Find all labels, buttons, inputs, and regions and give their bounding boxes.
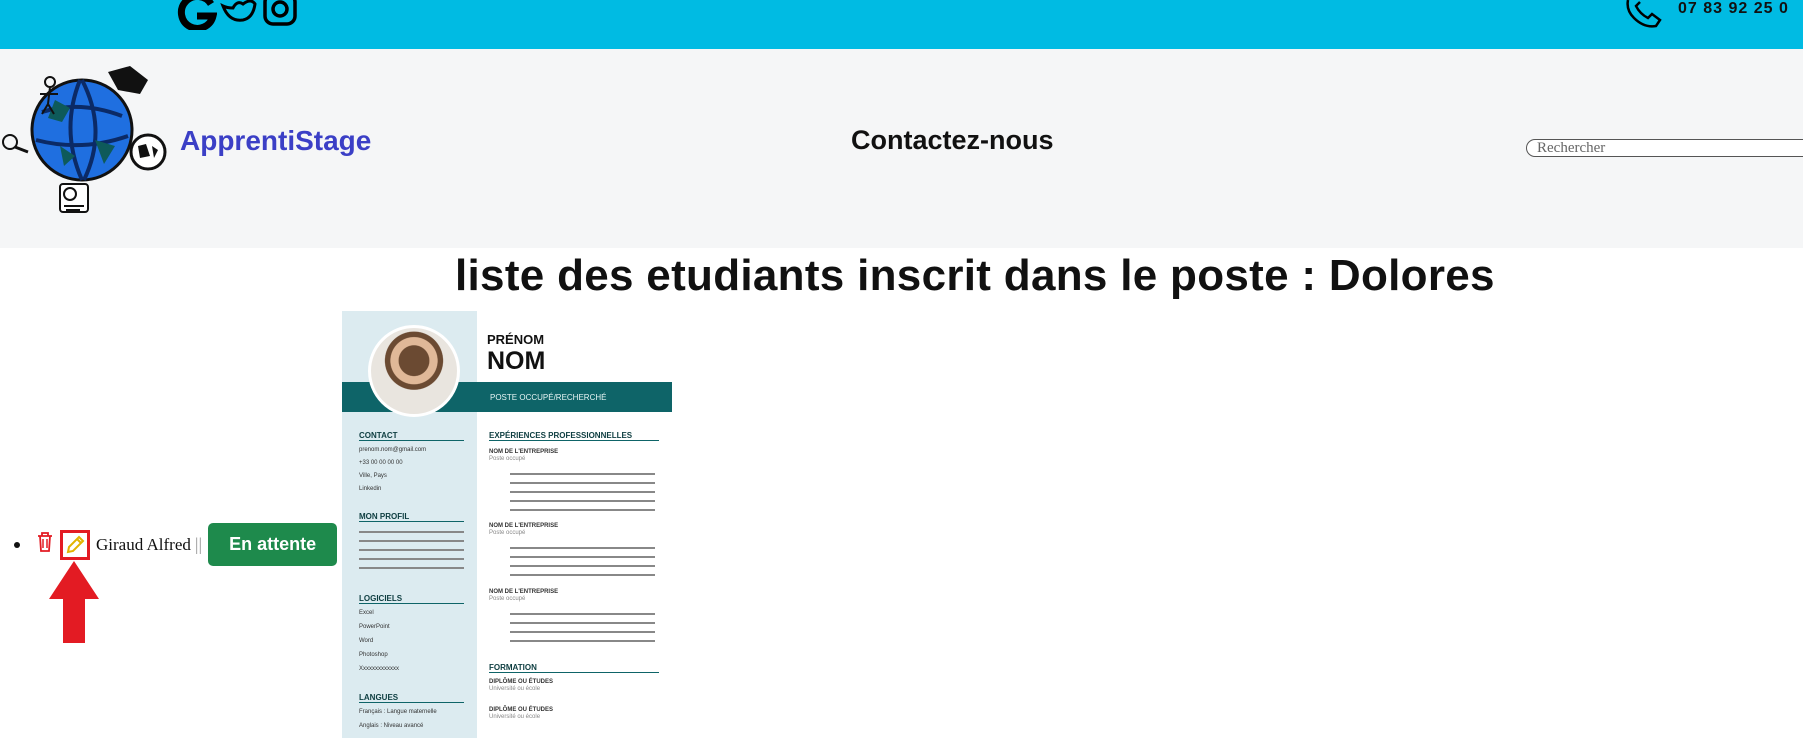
cv-experience-bullets (510, 473, 655, 518)
separator: || (194, 534, 203, 554)
cv-software-title: LOGICIELS (359, 594, 464, 604)
cv-job-title: Poste occupé (489, 596, 526, 602)
cv-software-item: Xxxxxxxxxxxxx (359, 666, 400, 672)
list-item: Giraud Alfred || En attente (14, 523, 338, 566)
cv-last-name: NOM (487, 347, 546, 375)
cv-position: POSTE OCCUPÉ/RECHERCHÉ (490, 393, 607, 402)
cv-software-item: PowerPoint (359, 624, 390, 630)
contact-link[interactable]: Contactez-nous (851, 125, 1054, 156)
edit-button[interactable] (60, 529, 90, 560)
cv-school: Université ou école (489, 686, 541, 692)
cv-diploma: DIPLÔME OU ÉTUDES (489, 679, 554, 685)
phone-contact: 07 83 92 25 0 (1622, 0, 1803, 28)
site-logo[interactable] (0, 60, 175, 225)
cv-company-name: NOM DE L'ENTREPRISE (489, 589, 559, 595)
phone-number: 07 83 92 25 0 (1678, 0, 1789, 17)
cv-photo (368, 325, 460, 417)
status-button[interactable]: En attente (208, 523, 338, 566)
cv-experience-bullets (510, 547, 655, 583)
cv-first-name: PRÉNOM (487, 332, 545, 347)
pencil-icon (66, 535, 85, 553)
cv-software-item: Photoshop (359, 652, 388, 658)
delete-icon[interactable] (36, 531, 54, 558)
cv-preview-image[interactable]: PRÉNOM NOM POSTE OCCUPÉ/RECHERCHÉ CONTAC… (342, 311, 672, 738)
cv-job-title: Poste occupé (489, 530, 526, 536)
cv-contact-linkedin: Linkedin (359, 486, 382, 492)
up-arrow-icon (49, 561, 99, 648)
cv-contact-email: prenom.nom@gmail.com (359, 447, 427, 453)
cv-school: Université ou école (489, 714, 541, 720)
cv-software-item: Excel (359, 610, 374, 616)
social-links (175, 0, 301, 30)
top-contact-bar: 07 83 92 25 0 (0, 0, 1803, 49)
cv-language-item: Anglais : Niveau avancé (359, 723, 424, 729)
search-input[interactable] (1526, 139, 1803, 157)
list-bullet (14, 541, 20, 548)
twitter-icon[interactable] (219, 0, 259, 30)
cv-experience-bullets (510, 613, 655, 649)
cv-job-title: Poste occupé (489, 456, 526, 462)
cv-contact-city: Ville, Pays (359, 473, 387, 479)
cv-experience-title: EXPÉRIENCES PROFESSIONNELLES (489, 431, 659, 441)
cv-language-item: Français : Langue maternelle (359, 709, 437, 715)
page-title: liste des etudiants inscrit dans le post… (455, 251, 1495, 300)
cv-profile-title: MON PROFIL (359, 512, 464, 522)
cv-profile-text (359, 531, 464, 576)
student-name[interactable]: Giraud Alfred (96, 535, 191, 555)
google-icon[interactable] (175, 0, 218, 30)
cv-contact-title: CONTACT (359, 431, 464, 441)
cv-contact-phone: +33 00 00 00 00 (359, 460, 403, 466)
instagram-icon[interactable] (261, 0, 301, 30)
cv-diploma: DIPLÔME OU ÉTUDES (489, 707, 554, 713)
cv-software-item: Word (359, 638, 374, 644)
cv-languages-title: LANGUES (359, 693, 464, 703)
cv-company-name: NOM DE L'ENTREPRISE (489, 523, 559, 529)
cv-company-name: NOM DE L'ENTREPRISE (489, 449, 559, 455)
phone-icon (1622, 0, 1664, 35)
brand-name[interactable]: ApprentiStage (180, 125, 371, 157)
cv-education-title: FORMATION (489, 663, 659, 673)
